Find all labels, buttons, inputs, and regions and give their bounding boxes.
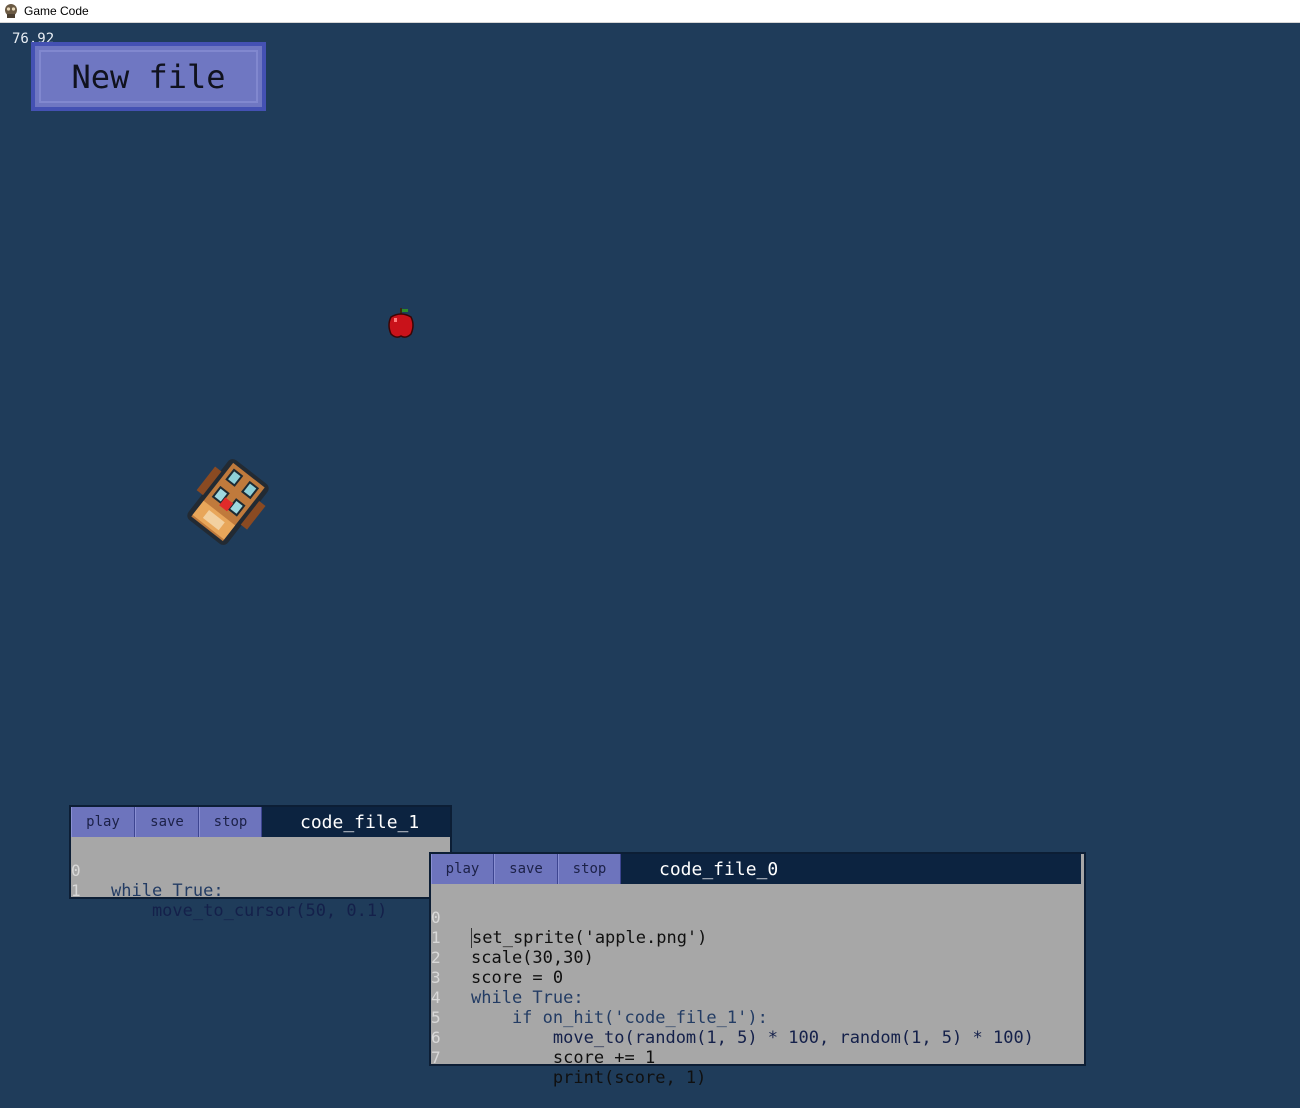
line-number: 1: [71, 881, 81, 900]
line-number: 7: [431, 1048, 441, 1067]
code-line: 2 score = 0: [431, 928, 1084, 988]
code-area[interactable]: 0 while True: 1 move_to_cursor(50, 0.1): [71, 841, 450, 921]
save-button[interactable]: save: [494, 854, 558, 884]
code-line: 7 print(score, 1): [431, 1028, 1084, 1088]
play-button[interactable]: play: [431, 854, 494, 884]
code-editor-file-1[interactable]: play save stop code_file_1 0 while True:…: [69, 805, 452, 921]
window-title: Game Code: [24, 4, 89, 18]
editor-toolbar: play save stop code_file_0: [431, 854, 1081, 884]
save-button[interactable]: save: [135, 807, 199, 837]
play-button[interactable]: play: [71, 807, 135, 837]
code-line: 1 scale(30,30): [431, 908, 1084, 968]
code-area[interactable]: 0 set_sprite('apple.png') 1 scale(30,30)…: [431, 888, 1084, 1088]
window-titlebar: Game Code: [0, 0, 1300, 23]
code-line: 4 if on_hit('code_file_1'):: [431, 968, 1084, 1028]
code-line: 0 set_sprite('apple.png'): [431, 888, 1084, 948]
editor-file-name: code_file_1: [300, 811, 420, 833]
new-file-label: New file: [71, 57, 226, 96]
new-file-button[interactable]: New file: [31, 42, 266, 111]
line-text: print(score, 1): [471, 1068, 707, 1088]
stop-button[interactable]: stop: [558, 854, 621, 884]
code-line: 5 move_to(random(1, 5) * 100, random(1, …: [431, 988, 1084, 1048]
code-editor-file-0[interactable]: play save stop code_file_0 0 set_sprite(…: [429, 852, 1086, 1088]
code-line: 6 score += 1: [431, 1008, 1084, 1068]
game-controller-icon: [5, 4, 17, 18]
code-line: 0 while True:: [71, 841, 450, 901]
editor-file-name: code_file_0: [659, 858, 779, 880]
line-text: move_to_cursor(50, 0.1): [111, 901, 388, 921]
spaceship-sprite[interactable]: [168, 442, 288, 562]
stop-button[interactable]: stop: [199, 807, 262, 837]
line-text: score += 1: [471, 1048, 656, 1068]
code-line: 3 while True:: [431, 948, 1084, 1008]
apple-sprite[interactable]: [386, 307, 416, 339]
code-line: 1 move_to_cursor(50, 0.1): [71, 861, 450, 921]
editor-toolbar: play save stop code_file_1: [71, 807, 450, 837]
